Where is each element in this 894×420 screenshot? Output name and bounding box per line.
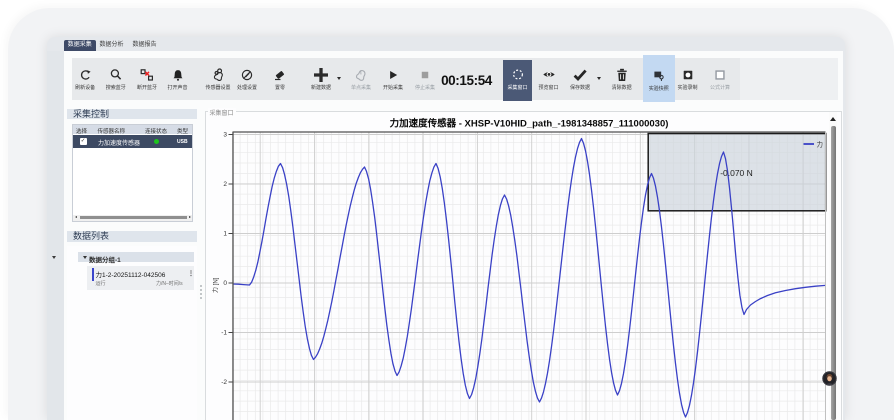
svg-text:-1: -1 — [221, 330, 227, 337]
svg-text:-0.070 N: -0.070 N — [720, 168, 753, 178]
svg-text:0: 0 — [223, 280, 227, 287]
svg-text:力加速度传感器 - XHSP-V10HID_path_-19: 力加速度传感器 - XHSP-V10HID_path_-1981348857_1… — [389, 118, 668, 130]
svg-text:力 [N]: 力 [N] — [211, 277, 219, 293]
svg-text:3: 3 — [223, 132, 227, 139]
svg-text:-2: -2 — [221, 379, 227, 386]
svg-text:2: 2 — [223, 181, 227, 188]
svg-text:力: 力 — [816, 140, 823, 149]
svg-text:1: 1 — [223, 231, 227, 238]
